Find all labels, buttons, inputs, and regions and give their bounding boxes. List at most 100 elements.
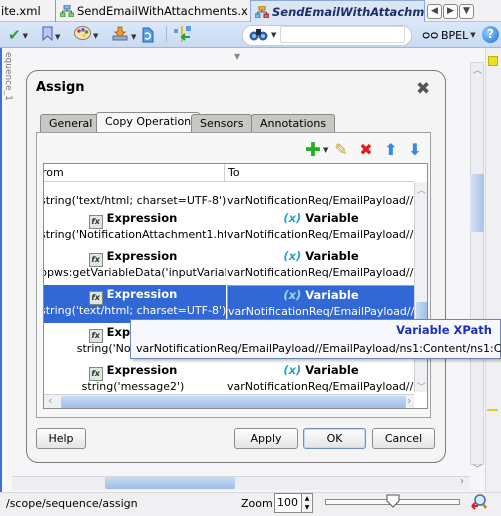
table-scroll-right-icon[interactable]: › [407, 394, 411, 407]
variable-icon: (x) [283, 288, 302, 302]
help-icon[interactable]: ? [482, 26, 499, 43]
zoom-spinner[interactable]: ▲ ▼ [302, 493, 313, 513]
from-cell: fx Expression bpws:getVariableData('inputV… [43, 247, 226, 285]
scroll-up-icon[interactable]: ︿ [473, 63, 482, 76]
table-row-selected[interactable]: fx Expression string('text/html; charset=U… [43, 285, 415, 323]
table-row[interactable]: fx Expression string('NotificationAttachme… [43, 209, 415, 247]
from-type: Expression [106, 363, 178, 377]
schema-icon [59, 2, 75, 18]
zoom-slider-thumb[interactable] [386, 494, 400, 508]
to-cell: (x)Variable varNotificationReq/EmailPaylo… [227, 247, 415, 285]
search-options-dropdown[interactable]: ▼ [271, 31, 276, 39]
to-value: varNotificationReq/EmailPayload//E... [227, 266, 415, 279]
close-icon[interactable]: ✖ [416, 81, 430, 98]
add-copy-rule-icon[interactable]: ✚ [304, 141, 322, 160]
editor-tab-bar: ite.xml SendEmailWithAttachments.xsd Sen… [0, 0, 501, 22]
tab-bpel[interactable]: SendEmailWithAttachments.bpel [250, 0, 425, 22]
zoom-to-fit-icon[interactable] [471, 494, 487, 510]
validate-icon[interactable]: ✔ ▼ [8, 26, 28, 44]
variable-icon: (x) [283, 211, 302, 225]
tooltip-title: Variable XPath [396, 323, 492, 337]
tab-composite-xml[interactable]: ite.xml [0, 0, 55, 22]
status-path: /scope/sequence/assign [6, 497, 138, 510]
collapse-arrow-icon[interactable]: ▼ [234, 52, 240, 61]
tab-sensors[interactable]: Sensors [191, 114, 253, 133]
refresh-icon[interactable] [140, 26, 156, 44]
table-horizontal-scroll-thumb[interactable] [61, 396, 406, 408]
tab-annotations[interactable]: Annotations [251, 114, 336, 133]
to-value: varNotificationReq/EmailPayload//E... [227, 228, 415, 241]
previous-tab-button[interactable]: ◀ [427, 4, 442, 19]
glasses-icon: ᴑᴑ [422, 28, 439, 42]
table-row[interactable]: string('text/html; charset=UTF-8') varNo… [44, 175, 415, 213]
editor-horizontal-scrollbar[interactable] [12, 476, 470, 490]
from-type [44, 175, 226, 193]
table-row[interactable]: fx Expression bpws:getVariableData('inputV… [43, 247, 415, 285]
next-tab-button[interactable]: ▶ [443, 4, 458, 19]
mode-selector[interactable]: BPEL ▼ [441, 29, 476, 42]
add-dropdown-arrow[interactable]: ▼ [323, 146, 328, 154]
warning-marker-icon[interactable] [488, 56, 498, 66]
bpel-process-icon [254, 3, 270, 19]
zoom-up-icon[interactable]: ▲ [302, 494, 312, 503]
table-scroll-up-icon[interactable]: ︿ [417, 183, 426, 196]
from-value: string('text/html; charset=UTF-8') [43, 304, 226, 317]
to-value: varNotificationReq/EmailPayload//E... [227, 194, 415, 207]
table-scroll-down-icon[interactable]: ﹀ [417, 380, 426, 393]
search-area: ▼ ᴑᴑ BPEL ▼ [242, 25, 488, 46]
sequence-label: equence_1 [3, 52, 13, 101]
cancel-button[interactable]: Cancel [372, 428, 435, 449]
zoom-label: Zoom: [241, 497, 277, 510]
scroll-down-icon[interactable]: ﹀ [473, 462, 482, 475]
zoom-down-icon[interactable]: ▼ [302, 503, 312, 512]
editor-vertical-scroll-thumb[interactable] [470, 174, 484, 232]
tab-general[interactable]: General [40, 114, 102, 133]
from-type: Expression [106, 249, 178, 263]
tab-label: SendEmailWithAttachments.xsd [77, 4, 248, 18]
to-type: Variable [305, 249, 359, 263]
from-type: Expression [106, 211, 178, 225]
warning-line-marker[interactable] [487, 409, 498, 411]
tab-label: SendEmailWithAttachments.bpel [272, 5, 425, 19]
palette-icon[interactable]: ▼ [74, 26, 98, 44]
from-value: bpws:getVariableData('inputVariabl... [43, 266, 226, 279]
to-type: Variable [305, 288, 359, 302]
mode-label: BPEL [441, 29, 469, 42]
tab-list-button[interactable]: ▼ [459, 4, 474, 19]
search-input[interactable] [280, 26, 405, 43]
tooltip-body: varNotificationReq/EmailPayload//EmailPa… [136, 342, 501, 355]
table-scroll-left-icon[interactable]: ‹ [48, 394, 52, 407]
variable-icon: (x) [283, 249, 302, 263]
binoculars-icon[interactable] [249, 27, 269, 45]
editor-horizontal-scroll-thumb[interactable] [105, 477, 235, 489]
move-up-icon[interactable]: ⬆ [382, 141, 400, 159]
from-cell: string('text/html; charset=UTF-8') [44, 175, 226, 213]
editor-toolbar: ✔ ▼ ▼ ▼ ▼ ▼ ᴑᴑ BPEL ▼ ? [0, 22, 501, 48]
edit-icon[interactable]: ✎ [332, 141, 350, 159]
table-vertical-scrollbar[interactable] [414, 182, 427, 392]
tab-xsd[interactable]: SendEmailWithAttachments.xsd [55, 0, 248, 22]
editor-vertical-scrollbar[interactable] [470, 62, 484, 465]
dialog-title: Assign [36, 80, 85, 95]
tab-copy-operation[interactable]: Copy Operation [96, 112, 201, 133]
to-type: Variable [305, 211, 359, 225]
overview-ruler [485, 48, 501, 492]
scroll-right-icon[interactable]: › [460, 476, 464, 487]
deploy-icon[interactable]: ▼ [112, 26, 136, 44]
delete-icon[interactable]: ✖ [357, 141, 375, 159]
to-cell: (x)Variable varNotificationReq/EmailPaylo… [227, 209, 415, 247]
to-type: Variable [305, 363, 359, 377]
bookmark-icon[interactable]: ▼ [42, 26, 60, 44]
copy-rules-table: rom To string('text/html; charset=UTF-8'… [43, 163, 428, 409]
from-value: string('NotificationAttachment1.html') [43, 228, 226, 241]
ok-button[interactable]: OK [303, 428, 366, 449]
from-type: Expression [106, 287, 178, 301]
swap-source-target-icon[interactable] [174, 26, 192, 44]
move-down-icon[interactable]: ⬇ [406, 141, 424, 159]
zoom-input[interactable]: 100 [274, 493, 302, 513]
variable-xpath-tooltip: Variable XPath varNotificationReq/EmailP… [130, 319, 501, 359]
apply-button[interactable]: Apply [234, 428, 298, 449]
tab-label: ite.xml [1, 4, 41, 18]
help-button[interactable]: Help [36, 428, 86, 449]
from-cell: fx Expression string('NotificationAttachme… [43, 209, 226, 247]
